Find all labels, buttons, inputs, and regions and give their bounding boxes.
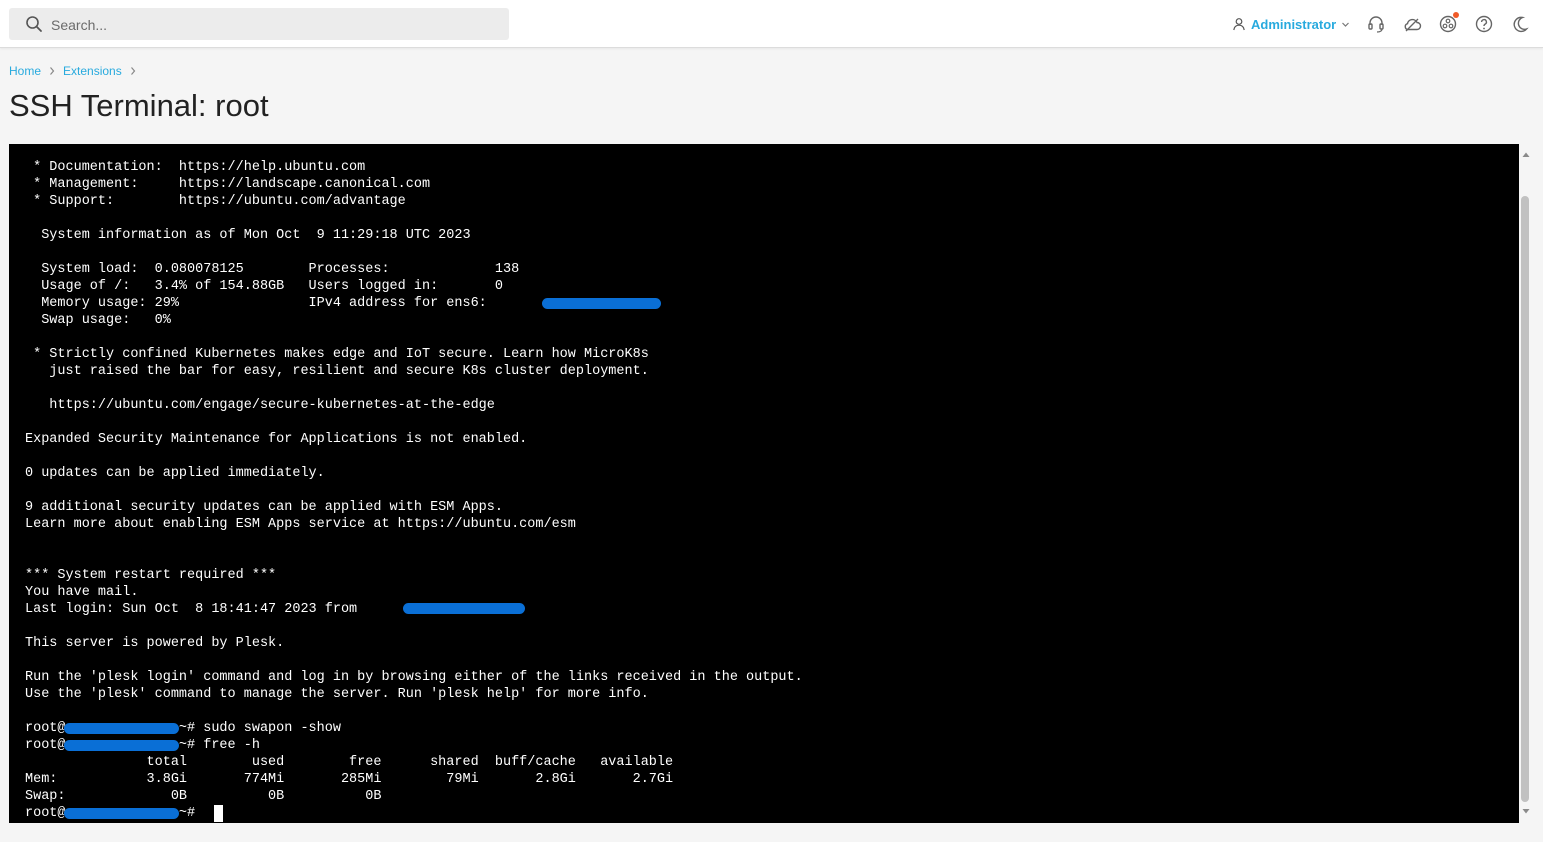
- terminal-line: Mem: 3.8Gi 774Mi 285Mi 79Mi 2.8Gi 2.7Gi: [25, 772, 674, 787]
- scroll-down-arrow-icon[interactable]: [1521, 806, 1531, 816]
- terminal-line: Memory usage: 29% IPv4 address for ens6:: [25, 296, 487, 311]
- search-box[interactable]: [9, 8, 509, 42]
- redacted-hostname: [64, 723, 179, 734]
- terminal-line: Run the 'plesk login' command and log in…: [25, 670, 803, 685]
- terminal-line: Swap: 0B 0B 0B: [25, 789, 382, 804]
- terminal-line: just raised the bar for easy, resilient …: [25, 364, 649, 379]
- terminal-line: * Support: https://ubuntu.com/advantage: [25, 194, 406, 209]
- terminal-line: total used free shared buff/cache availa…: [25, 755, 674, 770]
- terminal-line: This server is powered by Plesk.: [25, 636, 285, 651]
- help-icon[interactable]: [1474, 14, 1494, 34]
- chevron-down-icon: [1342, 22, 1350, 27]
- page-title: SSH Terminal: root: [9, 88, 269, 123]
- terminal-line: Last login: Sun Oct 8 18:41:47 2023 from: [25, 602, 358, 617]
- terminal-line: Use the 'plesk' command to manage the se…: [25, 687, 649, 702]
- chevron-right-icon: [130, 67, 136, 75]
- breadcrumb: Home Extensions: [9, 64, 144, 78]
- scroll-up-arrow-icon[interactable]: [1521, 150, 1531, 160]
- terminal-cursor: [214, 805, 223, 822]
- terminal-line: Usage of /: 3.4% of 154.88GB Users logge…: [25, 279, 503, 294]
- terminal-line: Learn more about enabling ESM Apps servi…: [25, 517, 576, 532]
- search-input[interactable]: [49, 8, 493, 42]
- search-icon: [26, 16, 42, 32]
- cloud-icon[interactable]: [1402, 14, 1422, 34]
- headset-icon[interactable]: [1366, 14, 1386, 34]
- terminal-scrollbar[interactable]: [1519, 144, 1533, 823]
- user-name: Administrator: [1251, 16, 1337, 32]
- scrollbar-thumb[interactable]: [1521, 196, 1529, 802]
- terminal-line: * Strictly confined Kubernetes makes edg…: [25, 347, 649, 362]
- breadcrumb-home[interactable]: Home: [9, 64, 41, 78]
- redacted-hostname: [64, 740, 179, 751]
- terminal-line: *** System restart required ***: [25, 568, 277, 583]
- terminal-line: Swap usage: 0%: [25, 313, 171, 328]
- chevron-right-icon: [50, 67, 55, 75]
- top-bar: Administrator: [0, 0, 1543, 48]
- terminal-line: System load: 0.080078125 Processes: 138: [25, 262, 520, 277]
- user-menu[interactable]: Administrator: [1232, 15, 1350, 33]
- redacted-hostname: [64, 808, 179, 819]
- user-icon: [1233, 18, 1245, 31]
- redacted-login-host: [403, 603, 525, 614]
- terminal-line: System information as of Mon Oct 9 11:29…: [25, 228, 471, 243]
- terminal-line: * Management: https://landscape.canonica…: [25, 177, 431, 192]
- terminal-line: 0 updates can be applied immediately.: [25, 466, 325, 481]
- notification-dot: [1453, 12, 1459, 18]
- terminal-line: You have mail.: [25, 585, 139, 600]
- breadcrumb-extensions[interactable]: Extensions: [63, 64, 122, 78]
- terminal-line: * Documentation: https://help.ubuntu.com: [25, 160, 366, 175]
- terminal-line: 9 additional security updates can be app…: [25, 500, 503, 515]
- moon-icon[interactable]: [1510, 14, 1530, 34]
- terminal-line: Expanded Security Maintenance for Applic…: [25, 432, 528, 447]
- terminal-line: https://ubuntu.com/engage/secure-kuberne…: [25, 398, 495, 413]
- redacted-ip-address: [542, 298, 661, 309]
- ssh-terminal[interactable]: * Documentation: https://help.ubuntu.com…: [9, 144, 1519, 823]
